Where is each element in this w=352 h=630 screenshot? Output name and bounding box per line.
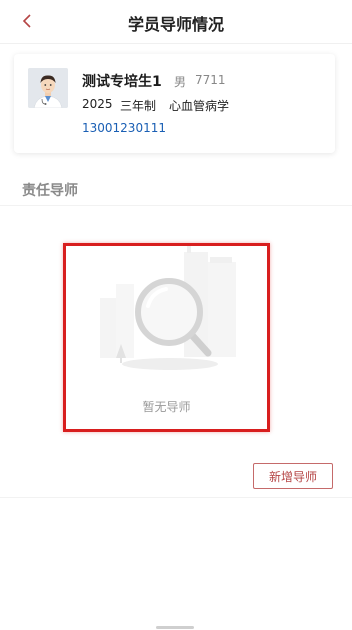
student-id: 7711 <box>195 73 226 87</box>
empty-state-text: 暂无导师 <box>142 400 191 414</box>
student-name: 测试专培生1 <box>82 74 162 90</box>
add-mentor-button[interactable]: 新增导师 <box>253 463 333 489</box>
page-title: 学员导师情况 <box>127 15 224 34</box>
bottom-divider <box>0 497 352 498</box>
section-divider <box>0 205 352 206</box>
empty-search-illustration-icon <box>100 246 236 370</box>
student-gender: 男 <box>174 75 187 89</box>
home-indicator <box>156 626 194 629</box>
student-card: 测试专培生1 男 7711 2025 三年制 心血管病学 13001230111 <box>14 54 335 153</box>
section-title-mentor: 责任导师 <box>22 183 78 199</box>
doctor-avatar-icon <box>28 68 68 108</box>
student-department: 心血管病学 <box>169 99 230 113</box>
student-phone-link[interactable]: 13001230111 <box>82 121 166 135</box>
student-program: 三年制 <box>120 99 157 113</box>
nav-bar: 学员导师情况 <box>0 0 352 44</box>
student-year: 2025 <box>82 97 113 111</box>
empty-state: 暂无导师 <box>63 243 270 432</box>
avatar <box>28 68 68 108</box>
